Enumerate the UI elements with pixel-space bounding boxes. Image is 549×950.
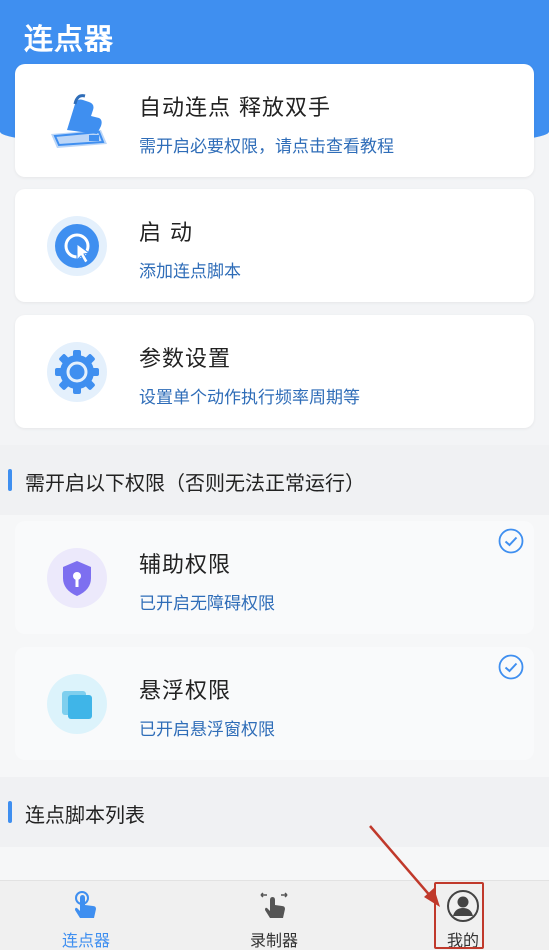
- annotation-arrow-icon: [369, 825, 440, 907]
